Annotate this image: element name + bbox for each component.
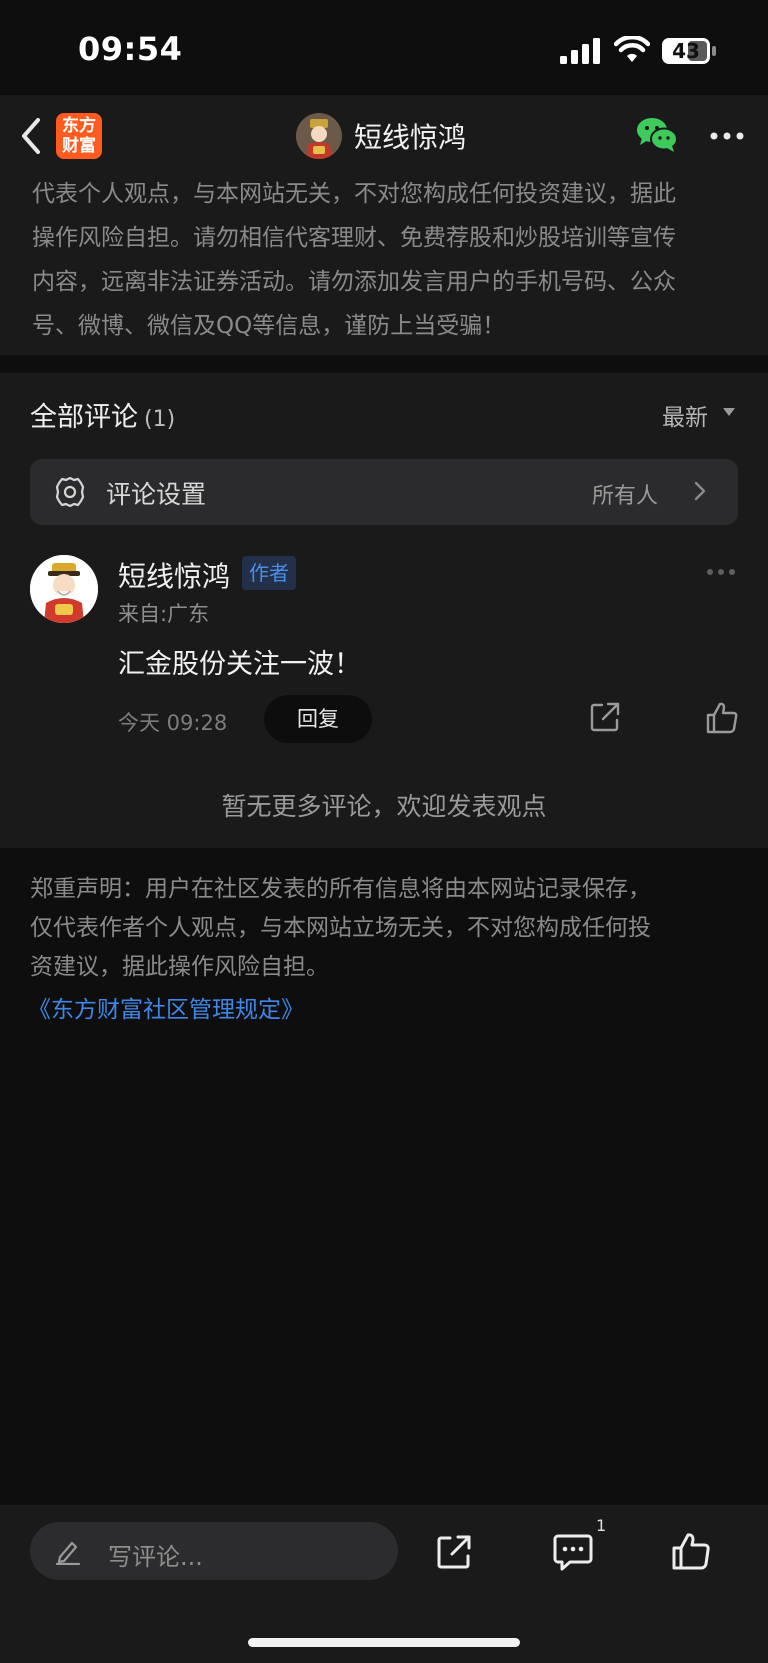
status-time: 09:54 — [78, 30, 183, 68]
disclaimer-line: 操作风险自担。请勿相信代客理财、免费荐股和炒股培训等宣传 — [32, 225, 676, 251]
commenter-name[interactable]: 短线惊鸿 — [118, 555, 230, 595]
wifi-icon — [614, 36, 650, 62]
top-disclaimer: 代表个人观点，与本网站无关，不对您构成任何投资建议，据此 操作风险自担。请勿相信… — [0, 175, 768, 355]
comment-text: 汇金股份关注一波！ — [118, 649, 361, 680]
avatar-figure-icon — [30, 555, 98, 623]
battery-level: 43 — [672, 39, 700, 63]
like-icon[interactable] — [670, 1530, 712, 1572]
comment-settings-value: 所有人 — [592, 484, 659, 509]
page-title: 短线惊鸿 — [354, 121, 467, 154]
battery-indicator: 43 — [662, 38, 716, 64]
caret-down-icon[interactable] — [722, 407, 736, 417]
share-icon[interactable] — [588, 700, 622, 734]
like-icon[interactable] — [704, 700, 740, 736]
brand-logo[interactable]: 东方 财富 — [56, 113, 102, 159]
cellular-signal-icon — [560, 38, 600, 64]
more-icon[interactable] — [710, 132, 744, 140]
comment-input[interactable] — [30, 1522, 398, 1580]
disclaimer-line: 代表个人观点，与本网站无关，不对您构成任何投资建议，据此 — [32, 181, 676, 207]
no-more-comments: 暂无更多评论，欢迎发表观点 — [221, 792, 547, 821]
comment-icon[interactable] — [552, 1532, 594, 1572]
wechat-icon[interactable] — [636, 116, 678, 154]
all-comments-heading: 全部评论 (1) — [30, 395, 175, 434]
sort-dropdown[interactable]: 最新 — [662, 398, 708, 432]
comment-more-icon[interactable] — [706, 568, 736, 576]
disclaimer-line: 资建议，据此操作风险自担。 — [30, 954, 329, 980]
brand-logo-line1: 东方 — [62, 116, 96, 136]
back-icon[interactable] — [16, 112, 46, 160]
comment-count-badge: 1 — [596, 1516, 607, 1535]
all-comments-label: 全部评论 — [30, 402, 138, 433]
share-icon[interactable] — [434, 1532, 474, 1572]
comment-input-placeholder: 写评论... — [108, 1543, 203, 1571]
pen-icon — [55, 1541, 81, 1565]
comment-count: (1) — [144, 407, 176, 432]
disclaimer-line: 郑重声明：用户在社区发表的所有信息将由本网站记录保存， — [30, 876, 651, 902]
commenter-avatar[interactable] — [30, 555, 98, 623]
gear-icon — [55, 476, 85, 508]
commenter-location: 来自:广东 — [118, 602, 210, 626]
disclaimer-line: 号、微博、微信及QQ等信息，谨防上当受骗！ — [32, 313, 506, 339]
community-rules-link[interactable]: 《东方财富社区管理规定》 — [28, 990, 304, 1024]
comments-section — [0, 373, 768, 848]
chevron-right-icon — [694, 481, 706, 501]
nav-avatar[interactable] — [296, 113, 342, 159]
comment-time: 今天 09:28 — [118, 711, 228, 735]
disclaimer-line: 内容，远离非法证券活动。请勿添加发言用户的手机号码、公众 — [32, 269, 676, 295]
author-badge: 作者 — [242, 556, 296, 590]
bottom-disclaimer: 郑重声明：用户在社区发表的所有信息将由本网站记录保存， 仅代表作者个人观点，与本… — [30, 870, 742, 987]
reply-button[interactable]: 回复 — [264, 695, 372, 743]
brand-logo-line2: 财富 — [62, 136, 96, 156]
home-indicator — [248, 1638, 520, 1647]
avatar-figure-icon — [296, 113, 342, 159]
comment-settings-label: 评论设置 — [106, 480, 207, 509]
disclaimer-line: 仅代表作者个人观点，与本网站立场无关，不对您构成任何投 — [30, 915, 651, 941]
